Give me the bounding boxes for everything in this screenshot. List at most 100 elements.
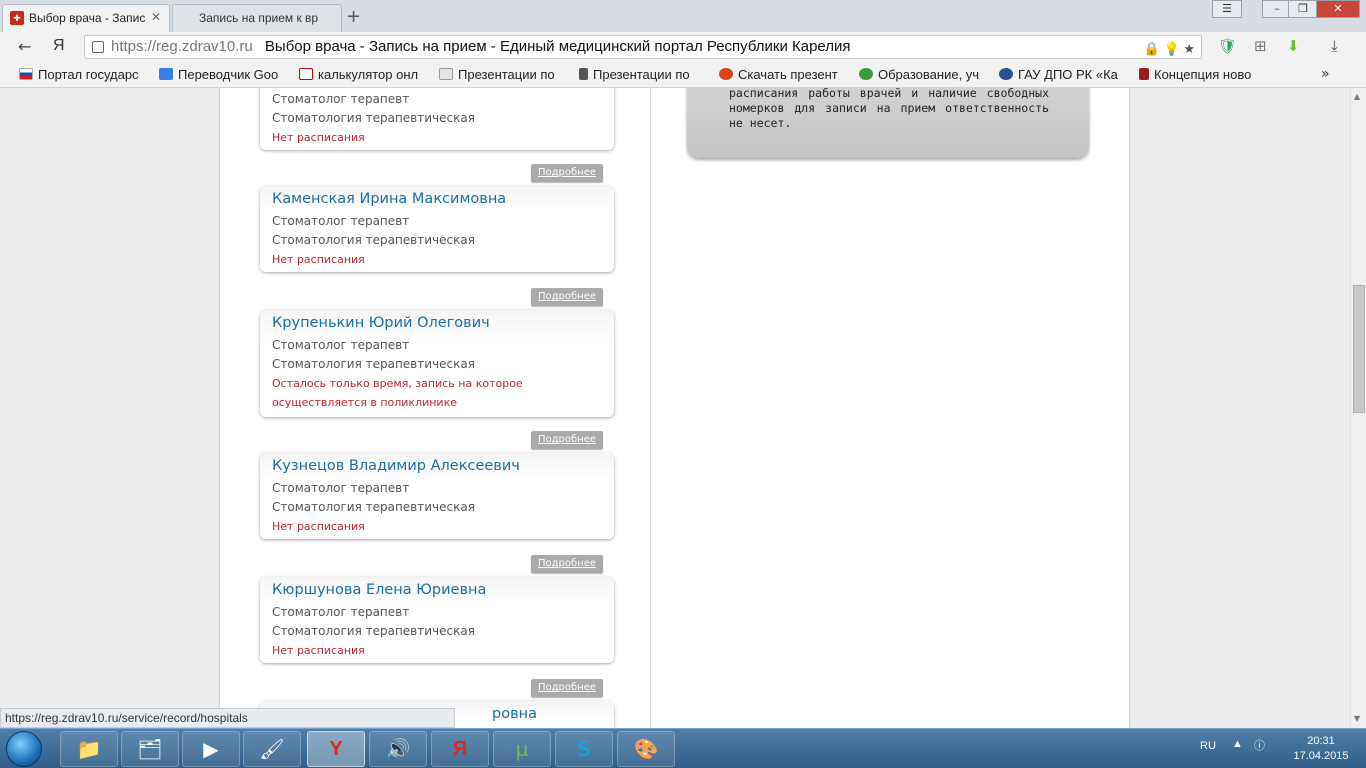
protect-shield-icon[interactable]: 🛡 bbox=[1218, 37, 1237, 55]
doctor-card: Крупенькин Юрий Олегович Стоматолог тера… bbox=[260, 310, 614, 417]
doctor-status: Нет расписания bbox=[272, 520, 365, 533]
clock[interactable]: 20:31 17.04.2015 bbox=[1286, 734, 1356, 764]
yandex-logo-icon[interactable]: Я bbox=[53, 37, 65, 55]
maximize-icon[interactable]: ❐ bbox=[1288, 0, 1318, 18]
education-icon bbox=[859, 68, 873, 80]
status-url: https://reg.zdrav10.ru/service/record/ho… bbox=[5, 711, 248, 725]
explorer-icon[interactable]: 📁 bbox=[60, 731, 118, 767]
clock-date: 17.04.2015 bbox=[1293, 750, 1349, 762]
doctor-department: Стоматология терапевтическая bbox=[272, 500, 475, 514]
tab-label: Выбор врача - Запис bbox=[29, 11, 146, 25]
bookmarks-bar: Портал государс Переводчик Goo калькулят… bbox=[0, 62, 1366, 88]
tab-inactive[interactable]: Запись на прием к вр bbox=[172, 4, 342, 32]
link-status-bar: https://reg.zdrav10.ru/service/record/ho… bbox=[0, 708, 455, 728]
bookmark-item[interactable]: Портал государс bbox=[19, 67, 159, 82]
doctor-status: Нет расписания bbox=[272, 644, 365, 657]
doctor-department: Стоматология терапевтическая bbox=[272, 111, 475, 125]
bookmark-item[interactable]: Скачать презент bbox=[719, 67, 859, 82]
doctor-specialty: Стоматолог терапевт bbox=[272, 605, 410, 619]
bookmark-item[interactable]: ГАУ ДПО РК «Ка bbox=[999, 67, 1139, 82]
url-host: https://reg.zdrav10.ru bbox=[111, 38, 253, 55]
doctor-status: Нет расписания bbox=[272, 253, 365, 266]
address-bar-icons: 🔒 💡 ★ bbox=[1144, 38, 1195, 58]
doctor-specialty: Стоматолог терапевт bbox=[272, 214, 410, 228]
show-hidden-icons-icon[interactable]: ▲ bbox=[1232, 738, 1243, 750]
doctor-card: Каменская Ирина Максимовна Стоматолог те… bbox=[260, 186, 614, 272]
doctor-name[interactable]: Кюршунова Елена Юриевна bbox=[272, 582, 602, 603]
doctor-name[interactable]: ровна bbox=[492, 706, 602, 727]
scroll-up-icon[interactable]: ▲ bbox=[1354, 92, 1360, 101]
bookmark-item[interactable]: Переводчик Goo bbox=[159, 67, 299, 82]
column-divider bbox=[650, 88, 651, 728]
details-button[interactable]: Подробнее bbox=[531, 164, 603, 182]
paint-palette-icon[interactable]: 🎨 bbox=[617, 731, 675, 767]
tab-active[interactable]: ✚ Выбор врача - Запис ✕ bbox=[2, 4, 170, 32]
downloads-icon[interactable]: ⤓ bbox=[1331, 37, 1338, 55]
bookmark-flag-icon bbox=[1139, 68, 1149, 80]
page-icon bbox=[92, 41, 104, 53]
bookmarks-more-icon[interactable]: » bbox=[1321, 66, 1330, 82]
translate-icon bbox=[159, 68, 173, 80]
doctor-card: Кузнецов Владимир Алексеевич Стоматолог … bbox=[260, 453, 614, 539]
clock-time: 20:31 bbox=[1307, 735, 1335, 747]
doctor-name[interactable]: Кузнецов Владимир Алексеевич bbox=[272, 458, 602, 479]
start-button-icon[interactable] bbox=[6, 731, 42, 767]
close-tab-icon[interactable]: ✕ bbox=[151, 10, 161, 24]
nav-bar: ← Я https://reg.zdrav10.ru Выбор врача -… bbox=[0, 32, 1366, 62]
presentation-icon bbox=[719, 68, 733, 80]
bookmark-item[interactable]: Презентации по bbox=[579, 67, 719, 82]
sound-icon[interactable]: 🔊 bbox=[369, 731, 427, 767]
scroll-down-icon[interactable]: ▼ bbox=[1354, 714, 1360, 723]
doctor-name[interactable]: Крупенькин Юрий Олегович bbox=[272, 315, 602, 336]
bookmark-star-icon[interactable]: ★ bbox=[1183, 41, 1195, 56]
grid-icon[interactable]: ⊞ bbox=[1254, 37, 1267, 55]
taskbar: 📁 🗂 ▶ 🖌 Y 🔊 Я µ S 🎨 RU ▲ ⓘ 20:31 17.04.2… bbox=[0, 728, 1366, 768]
details-button[interactable]: Подробнее bbox=[531, 288, 603, 306]
control-panel-icon[interactable]: 🗂 bbox=[121, 731, 179, 767]
document-icon bbox=[439, 68, 453, 80]
yandex-icon[interactable]: Я bbox=[431, 731, 489, 767]
menu-icon[interactable]: ☰ bbox=[1212, 0, 1242, 18]
lock-icon[interactable]: 🔒 bbox=[1144, 41, 1160, 56]
page-viewport: Стоматолог терапевт Стоматология терапев… bbox=[0, 88, 1350, 728]
scrollbar-thumb[interactable] bbox=[1353, 285, 1365, 413]
site-favicon-icon: ✚ bbox=[10, 11, 24, 25]
url-page-title: Выбор врача - Запись на прием - Единый м… bbox=[264, 38, 851, 55]
download-extension-icon[interactable]: ⬇ bbox=[1287, 37, 1300, 55]
emblem-icon bbox=[999, 68, 1013, 80]
doctor-card: Кюршунова Елена Юриевна Стоматолог терап… bbox=[260, 577, 614, 663]
page-scrollbar[interactable]: ▲ ▼ bbox=[1350, 88, 1366, 728]
yandex-browser-icon[interactable]: Y bbox=[307, 731, 365, 767]
skype-icon[interactable]: S bbox=[555, 731, 613, 767]
info-notice: расписания работы врачей и наличие свобо… bbox=[687, 88, 1089, 158]
doctor-department: Стоматология терапевтическая bbox=[272, 624, 475, 638]
details-button[interactable]: Подробнее bbox=[531, 679, 603, 697]
tab-label: Запись на прием к вр bbox=[199, 11, 319, 25]
info-tray-icon[interactable]: ⓘ bbox=[1254, 737, 1265, 753]
bookmark-item[interactable]: Презентации по bbox=[439, 67, 579, 82]
utorrent-icon[interactable]: µ bbox=[493, 731, 551, 767]
close-window-icon[interactable]: ✕ bbox=[1316, 0, 1360, 18]
paint-tool-icon[interactable]: 🖌 bbox=[243, 731, 301, 767]
doctor-specialty: Стоматолог терапевт bbox=[272, 481, 410, 495]
yandex-icon bbox=[299, 68, 313, 80]
bookmark-item[interactable]: Концепция ново bbox=[1139, 67, 1279, 82]
doctor-name[interactable]: Каменская Ирина Максимовна bbox=[272, 191, 602, 212]
back-arrow-icon[interactable]: ← bbox=[18, 37, 31, 56]
language-indicator[interactable]: RU bbox=[1200, 740, 1216, 752]
bookmark-item[interactable]: калькулятор онл bbox=[299, 67, 439, 82]
doctor-card-partial: Стоматолог терапевт Стоматология терапев… bbox=[260, 88, 614, 150]
flag-icon bbox=[19, 68, 33, 80]
doctor-status: Осталось только время, запись на которое… bbox=[272, 377, 523, 409]
doctor-status: Нет расписания bbox=[272, 131, 365, 144]
media-player-icon[interactable]: ▶ bbox=[182, 731, 240, 767]
details-button[interactable]: Подробнее bbox=[531, 431, 603, 449]
new-tab-icon[interactable]: + bbox=[346, 6, 361, 27]
info-notice-text: расписания работы врачей и наличие свобо… bbox=[729, 88, 1049, 130]
bulb-icon[interactable]: 💡 bbox=[1164, 41, 1180, 56]
bookmark-item[interactable]: Образование, уч bbox=[859, 67, 999, 82]
address-bar[interactable]: https://reg.zdrav10.ru Выбор врача - Зап… bbox=[84, 35, 1202, 59]
details-button[interactable]: Подробнее bbox=[531, 555, 603, 573]
hourglass-icon bbox=[579, 68, 588, 80]
content-panel: Стоматолог терапевт Стоматология терапев… bbox=[219, 88, 1130, 728]
